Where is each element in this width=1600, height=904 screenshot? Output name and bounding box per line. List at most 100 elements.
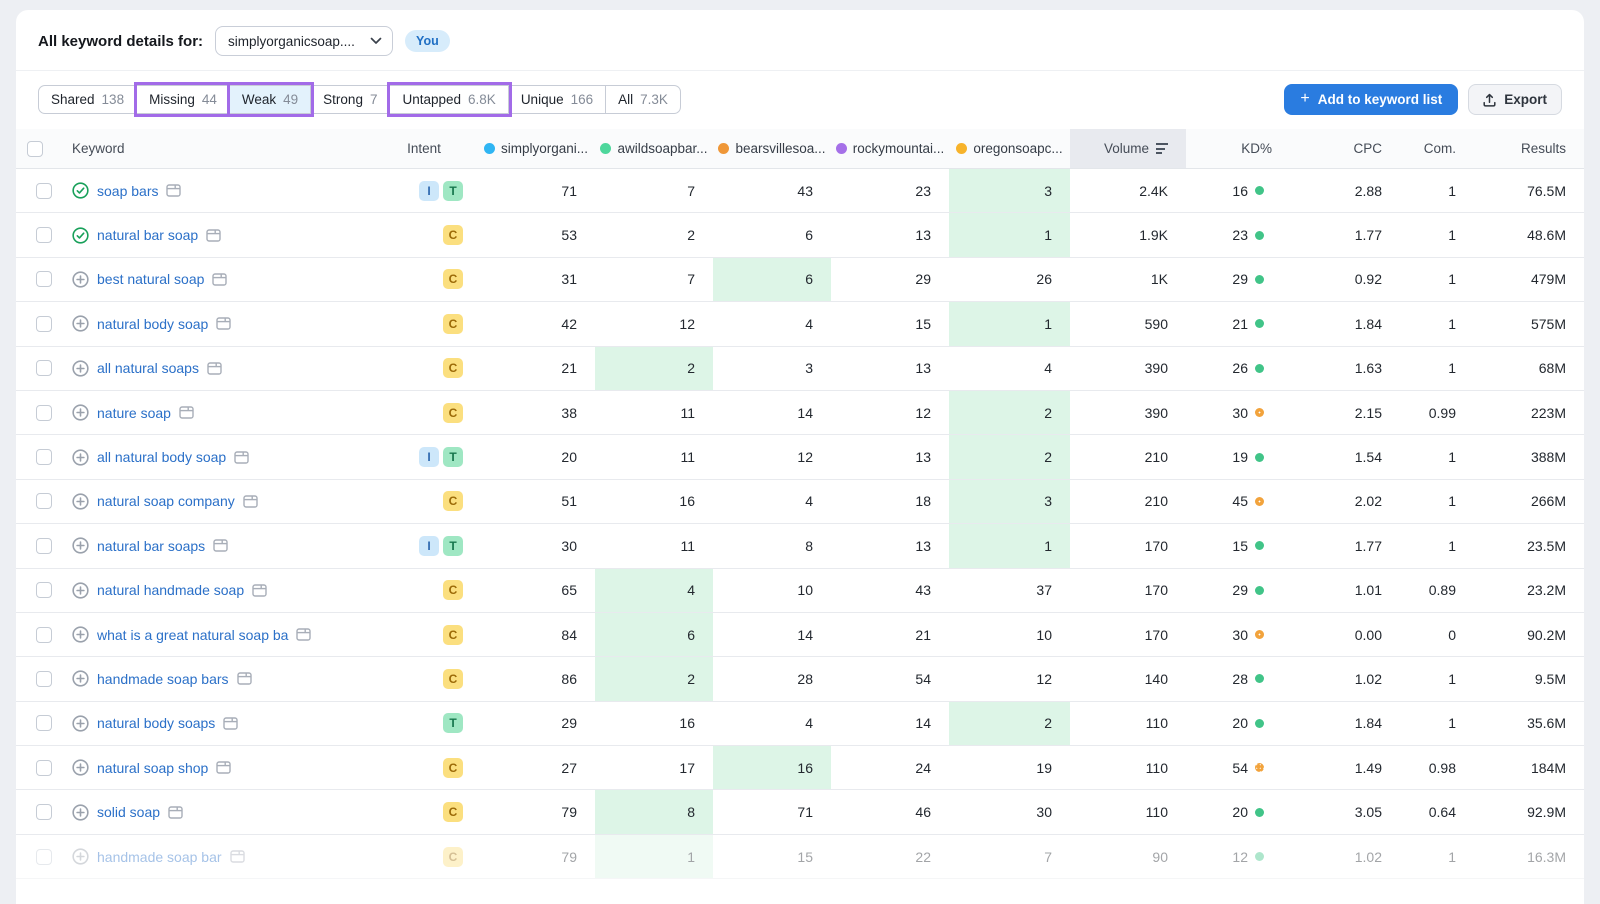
serp-preview-icon[interactable]: [166, 184, 181, 197]
volume-column-header[interactable]: Volume: [1070, 129, 1186, 168]
serp-preview-icon[interactable]: [168, 806, 183, 819]
row-checkbox[interactable]: [36, 405, 52, 421]
position-cell-domain-2: 16: [595, 702, 713, 745]
add-keyword-icon[interactable]: [72, 759, 89, 776]
row-checkbox[interactable]: [36, 183, 52, 199]
add-keyword-icon[interactable]: [72, 848, 89, 865]
position-cell-domain-1: 38: [477, 391, 595, 434]
add-keyword-icon[interactable]: [72, 626, 89, 643]
add-keyword-icon[interactable]: [72, 804, 89, 821]
cpc-cell: 1.54: [1290, 435, 1400, 478]
row-checkbox[interactable]: [36, 360, 52, 376]
row-checkbox[interactable]: [36, 582, 52, 598]
kd-value: 29: [1232, 271, 1248, 287]
serp-preview-icon[interactable]: [234, 451, 249, 464]
keyword-link[interactable]: all natural soaps: [97, 360, 199, 376]
domain-select-dropdown[interactable]: simplyorganicsoap....: [215, 26, 393, 56]
add-keyword-icon[interactable]: [72, 582, 89, 599]
serp-preview-icon[interactable]: [230, 850, 245, 863]
row-checkbox[interactable]: [36, 849, 52, 865]
keyword-link[interactable]: solid soap: [97, 804, 160, 820]
row-checkbox[interactable]: [36, 316, 52, 332]
serp-preview-icon[interactable]: [206, 229, 221, 242]
keyword-link[interactable]: best natural soap: [97, 271, 204, 287]
volume-cell: 1.9K: [1070, 213, 1186, 256]
serp-preview-icon[interactable]: [223, 717, 238, 730]
add-keyword-icon[interactable]: [72, 670, 89, 687]
results-column-header[interactable]: Results: [1474, 129, 1584, 168]
row-checkbox[interactable]: [36, 804, 52, 820]
position-cell-domain-1: 86: [477, 657, 595, 700]
export-button[interactable]: Export: [1468, 84, 1562, 115]
tab-all[interactable]: All7.3K: [606, 85, 681, 114]
tab-shared[interactable]: Shared138: [38, 85, 137, 114]
keyword-link[interactable]: soap bars: [97, 183, 158, 199]
add-to-keyword-list-button[interactable]: + Add to keyword list: [1284, 84, 1458, 115]
keyword-link[interactable]: natural body soap: [97, 316, 208, 332]
add-keyword-icon[interactable]: [72, 715, 89, 732]
row-checkbox[interactable]: [36, 715, 52, 731]
tab-count: 44: [202, 92, 217, 107]
keyword-link[interactable]: handmade soap bar: [97, 849, 222, 865]
keyword-link[interactable]: natural soap company: [97, 493, 235, 509]
position-cell-domain-3: 14: [713, 391, 831, 434]
ranked-check-icon[interactable]: [72, 227, 89, 244]
add-keyword-icon[interactable]: [72, 271, 89, 288]
add-keyword-icon[interactable]: [72, 360, 89, 377]
tab-missing[interactable]: Missing44: [137, 85, 230, 114]
keyword-link[interactable]: natural bar soap: [97, 227, 198, 243]
keyword-column-header[interactable]: Keyword: [72, 129, 389, 168]
row-checkbox[interactable]: [36, 449, 52, 465]
tab-untapped[interactable]: Untapped6.8K: [390, 85, 508, 114]
serp-preview-icon[interactable]: [216, 761, 231, 774]
tab-unique[interactable]: Unique166: [509, 85, 606, 114]
serp-preview-icon[interactable]: [243, 495, 258, 508]
serp-preview-icon[interactable]: [216, 317, 231, 330]
serp-preview-icon[interactable]: [179, 406, 194, 419]
serp-preview-icon[interactable]: [296, 628, 311, 641]
intent-column-header[interactable]: Intent: [389, 129, 477, 168]
cpc-column-header[interactable]: CPC: [1290, 129, 1400, 168]
serp-preview-icon[interactable]: [212, 273, 227, 286]
row-checkbox[interactable]: [36, 227, 52, 243]
tab-weak[interactable]: Weak49: [230, 85, 311, 114]
select-all-checkbox[interactable]: [27, 141, 43, 157]
add-keyword-icon[interactable]: [72, 537, 89, 554]
serp-preview-icon[interactable]: [207, 362, 222, 375]
com-column-header[interactable]: Com.: [1400, 129, 1474, 168]
position-cell-domain-3: 8: [713, 524, 831, 567]
add-keyword-icon[interactable]: [72, 404, 89, 421]
intent-badge-t: T: [443, 536, 463, 556]
keyword-link[interactable]: natural bar soaps: [97, 538, 205, 554]
serp-preview-icon[interactable]: [213, 539, 228, 552]
row-checkbox[interactable]: [36, 760, 52, 776]
row-checkbox[interactable]: [36, 493, 52, 509]
row-checkbox[interactable]: [36, 671, 52, 687]
keyword-link[interactable]: what is a great natural soap ba: [97, 627, 288, 643]
domain-column-header-4[interactable]: rockymountai...: [831, 129, 949, 168]
keyword-link[interactable]: natural soap shop: [97, 760, 208, 776]
serp-preview-icon[interactable]: [237, 672, 252, 685]
volume-cell: 110: [1070, 702, 1186, 745]
tab-strong[interactable]: Strong7: [311, 85, 390, 114]
row-checkbox[interactable]: [36, 538, 52, 554]
domain-column-header-3[interactable]: bearsvillesoa...: [713, 129, 831, 168]
domain-column-header-1[interactable]: simplyorgani...: [477, 129, 595, 168]
row-checkbox[interactable]: [36, 627, 52, 643]
domain-column-header-5[interactable]: oregonsoapc...: [949, 129, 1070, 168]
table-row: best natural soapC317629261K290.921479M: [16, 258, 1584, 302]
keyword-link[interactable]: natural handmade soap: [97, 582, 244, 598]
add-keyword-icon[interactable]: [72, 449, 89, 466]
add-keyword-icon[interactable]: [72, 493, 89, 510]
serp-preview-icon[interactable]: [252, 584, 267, 597]
keyword-link[interactable]: handmade soap bars: [97, 671, 229, 687]
keyword-link[interactable]: natural body soaps: [97, 715, 215, 731]
domain-column-header-2[interactable]: awildsoapbar...: [595, 129, 713, 168]
keyword-link[interactable]: nature soap: [97, 405, 171, 421]
add-keyword-icon[interactable]: [72, 315, 89, 332]
ranked-check-icon[interactable]: [72, 182, 89, 199]
kd-column-header[interactable]: KD%: [1186, 129, 1290, 168]
row-checkbox[interactable]: [36, 271, 52, 287]
cpc-cell: 2.88: [1290, 169, 1400, 212]
keyword-link[interactable]: all natural body soap: [97, 449, 226, 465]
